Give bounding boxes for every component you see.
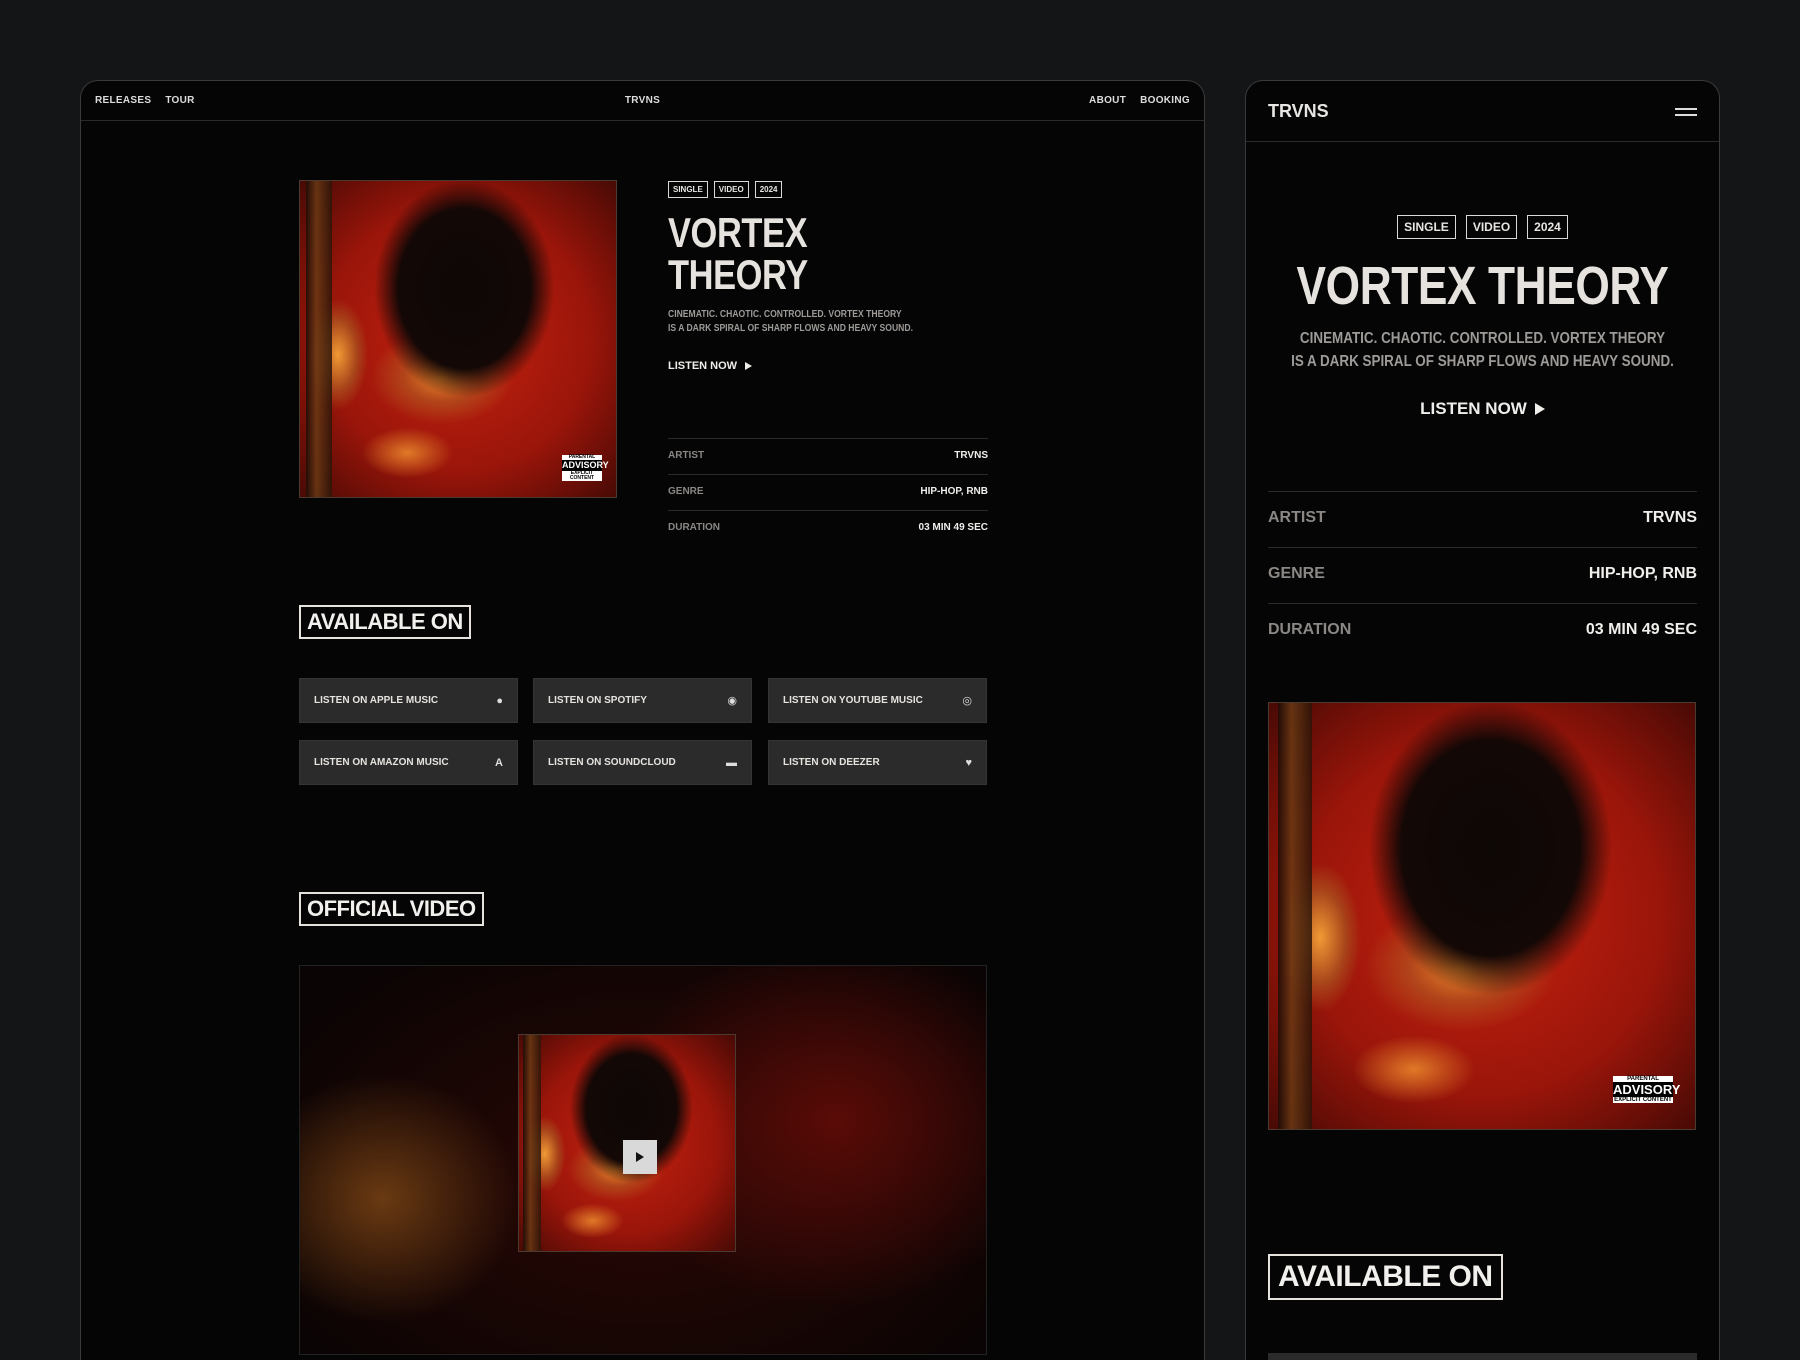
mobile-description-line2: IS A DARK SPIRAL OF SHARP FLOWS AND HEAV… xyxy=(1291,353,1674,370)
video-player[interactable] xyxy=(299,965,987,1355)
mobile-album-cover: PARENTAL ADVISORY EXPLICIT CONTENT xyxy=(1268,702,1696,1130)
nav-about[interactable]: ABOUT xyxy=(1089,95,1126,106)
meta-row-duration: DURATION 03 MIN 49 SEC xyxy=(668,510,988,546)
mobile-tag-year: 2024 xyxy=(1527,215,1568,239)
amazon-icon: a xyxy=(495,756,503,769)
spotify-button[interactable]: LISTEN ON SPOTIFY ◉ xyxy=(533,678,752,723)
mobile-tag-video: VIDEO xyxy=(1465,215,1518,239)
release-description-line1: CINEMATIC. CHAOTIC. CONTROLLED. VORTEX T… xyxy=(668,309,902,320)
play-triangle-icon xyxy=(745,362,753,370)
meta-row-genre: GENRE HIP-HOP, RNB xyxy=(668,474,988,510)
official-video-heading: OFFICIAL VIDEO xyxy=(299,892,484,926)
mobile-meta-row-duration: DURATION 03 MIN 49 SEC xyxy=(1268,603,1697,659)
mobile-release-meta: ARTIST TRVNS GENRE HIP-HOP, RNB DURATION 03… xyxy=(1268,491,1697,659)
mobile-description-line1: CINEMATIC. CHAOTIC. CONTROLLED. VORTEX T… xyxy=(1299,330,1666,347)
amazon-music-button[interactable]: LISTEN ON AMAZON MUSIC a xyxy=(299,740,518,785)
mobile-release-title: VORTEX THEORY xyxy=(1296,256,1669,316)
soundcloud-icon: ▬ xyxy=(726,756,737,769)
desktop-preview: RELEASES TOUR TRVNS ABOUT BOOKING PARENT… xyxy=(80,80,1205,1360)
video-play-button[interactable] xyxy=(623,1140,657,1174)
meta-row-artist: ARTIST TRVNS xyxy=(668,438,988,474)
release-meta: ARTIST TRVNS GENRE HIP-HOP, RNB DURATION 03… xyxy=(668,438,988,546)
deezer-icon: ♥ xyxy=(965,756,972,769)
mobile-release-tags: SINGLE VIDEO 2024 xyxy=(1246,215,1719,239)
release-description-line2: IS A DARK SPIRAL OF SHARP FLOWS AND HEAV… xyxy=(668,323,913,334)
listen-now-label: LISTEN NOW xyxy=(668,360,738,372)
release-tags: SINGLE VIDEO 2024 xyxy=(668,181,988,198)
hamburger-menu-icon[interactable] xyxy=(1675,108,1697,116)
tag-video: VIDEO xyxy=(713,181,749,198)
youtube-music-icon: ◎ xyxy=(962,695,972,707)
mobile-tag-single: SINGLE xyxy=(1397,215,1456,239)
mobile-preview: TRVNS SINGLE VIDEO 2024 VORTEX THEORY CI… xyxy=(1245,80,1720,1360)
mobile-listen-now-button[interactable]: LISTEN NOW xyxy=(1420,399,1545,419)
listen-now-button[interactable]: LISTEN NOW xyxy=(668,360,753,372)
mobile-brand[interactable]: TRVNS xyxy=(1268,101,1329,122)
parental-advisory-logo: PARENTAL ADVISORY EXPLICIT CONTENT xyxy=(562,454,609,481)
apple-music-button[interactable]: LISTEN ON APPLE MUSIC ● xyxy=(299,678,518,723)
desktop-navbar: RELEASES TOUR TRVNS ABOUT BOOKING xyxy=(81,81,1204,121)
mobile-release-info: SINGLE VIDEO 2024 VORTEX THEORY CINEMATI… xyxy=(1246,215,1719,419)
release-info: SINGLE VIDEO 2024 VORTEX THEORY CINEMATI… xyxy=(668,181,988,546)
deezer-button[interactable]: LISTEN ON DEEZER ♥ xyxy=(768,740,987,785)
apple-icon: ● xyxy=(496,694,503,707)
mobile-parental-advisory-logo: PARENTAL ADVISORY EXPLICIT CONTENT xyxy=(1613,1076,1681,1103)
mobile-meta-row-genre: GENRE HIP-HOP, RNB xyxy=(1268,547,1697,603)
mobile-listen-now-label: LISTEN NOW xyxy=(1420,399,1527,418)
youtube-music-button[interactable]: LISTEN ON YOUTUBE MUSIC ◎ xyxy=(768,678,987,723)
spotify-icon: ◉ xyxy=(727,695,737,707)
nav-brand[interactable]: TRVNS xyxy=(625,95,660,106)
mobile-play-triangle-icon xyxy=(1534,403,1545,415)
mobile-streaming-button-partial[interactable] xyxy=(1268,1353,1697,1360)
nav-booking[interactable]: BOOKING xyxy=(1140,95,1190,106)
mobile-meta-row-artist: ARTIST TRVNS xyxy=(1268,491,1697,547)
mobile-navbar: TRVNS xyxy=(1246,81,1719,142)
album-cover: PARENTAL ADVISORY EXPLICIT CONTENT xyxy=(299,180,617,498)
available-on-heading: AVAILABLE ON xyxy=(299,605,471,639)
mobile-available-on-heading: AVAILABLE ON xyxy=(1268,1254,1503,1300)
soundcloud-button[interactable]: LISTEN ON SOUNDCLOUD ▬ xyxy=(533,740,752,785)
release-title: VORTEX THEORY xyxy=(668,209,808,298)
tag-single: SINGLE xyxy=(668,181,708,198)
tag-year: 2024 xyxy=(754,181,783,198)
play-icon xyxy=(636,1152,644,1162)
